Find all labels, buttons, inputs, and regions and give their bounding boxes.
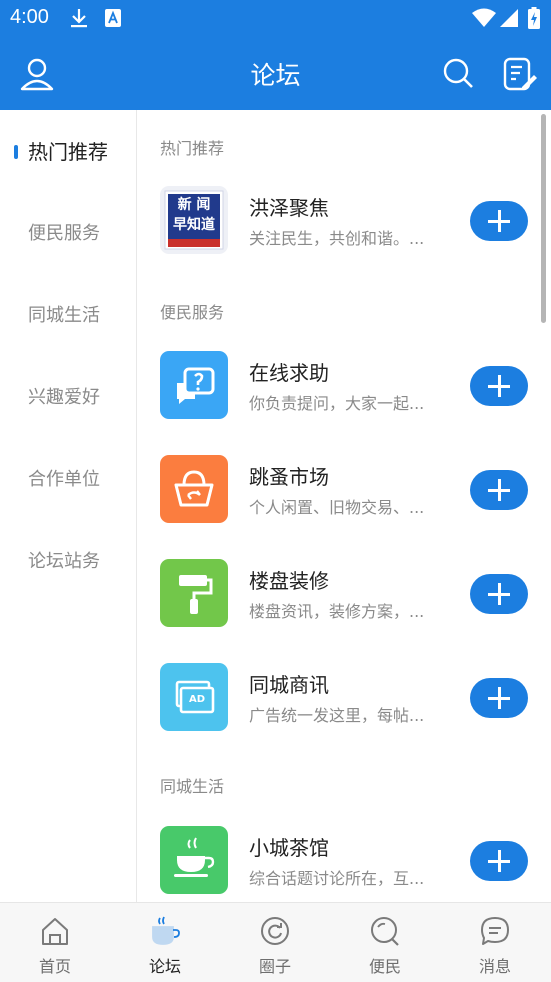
nav-item-services[interactable]: 便民 [330,903,440,982]
message-bubble-icon [479,915,511,951]
list-item[interactable]: 小城茶馆 综合话题讨论所在，互... [160,826,540,896]
teacup-icon [160,826,228,894]
basket-icon [160,455,228,523]
section-title: 同城生活 [160,777,225,796]
status-time: 4:00 [10,6,49,28]
forum-title: 洪泽聚焦 [249,196,329,220]
forum-title: 同城商讯 [249,673,329,697]
sidebar-item-hobbies[interactable]: 兴趣爱好 [0,378,136,418]
battery-icon [528,7,540,33]
nav-label: 论坛 [148,957,181,976]
sidebar-item-forum-affairs[interactable]: 论坛站务 [0,542,136,582]
nav-item-forum[interactable]: 论坛 [110,903,220,982]
forum-title: 小城茶馆 [249,836,329,860]
question-chat-icon [160,351,228,419]
badge-line-1: 新 闻 [177,197,211,213]
list-item[interactable]: 楼盘装修 楼盘资讯，装修方案，... [160,559,540,629]
signal-icon [500,9,518,31]
sidebar-item-city-life[interactable]: 同城生活 [0,296,136,336]
list-item[interactable]: 在线求助 你负责提问，大家一起... [160,351,540,421]
bottom-nav: 首页 论坛 圈子 便民 消息 [0,902,551,982]
add-button[interactable] [470,201,528,241]
nav-label: 消息 [478,957,511,976]
section-title: 热门推荐 [160,139,225,158]
nav-label: 圈子 [258,957,291,976]
forum-desc: 综合话题讨论所在，互... [249,869,425,888]
forum-desc: 个人闲置、旧物交易、... [249,498,425,517]
coffee-cup-icon [149,915,181,951]
refresh-circle-icon [259,915,291,951]
forum-desc: 广告统一发这里，每帖... [249,706,425,725]
forum-desc: 关注民生，共创和谐。... [249,229,425,248]
paint-roller-icon [160,559,228,627]
add-button[interactable] [470,678,528,718]
wifi-icon [472,8,496,32]
sidebar-item-hot[interactable]: 热门推荐 [0,132,136,172]
news-badge-icon: 新 闻 早知道 [160,186,228,254]
compose-icon[interactable] [503,57,537,95]
category-sidebar: 热门推荐 便民服务 同城生活 兴趣爱好 合作单位 论坛站务 [0,110,137,902]
nav-item-messages[interactable]: 消息 [440,903,550,982]
app-bar: 论坛 [0,37,551,110]
add-button[interactable] [470,841,528,881]
nav-label: 首页 [38,957,71,976]
list-item[interactable]: 新 闻 早知道 洪泽聚焦 关注民生，共创和谐。... [160,186,540,256]
download-icon [70,8,88,32]
forum-list: 热门推荐 新 闻 早知道 洪泽聚焦 关注民生，共创和谐。... 便民服务 在线求… [137,110,551,902]
search-circle-icon [369,915,401,951]
status-bar: 4:00 [0,0,551,37]
badge-line-2: 早知道 [173,217,215,233]
nav-label: 便民 [368,957,401,976]
search-icon[interactable] [442,57,474,93]
nav-item-home[interactable]: 首页 [0,903,110,982]
add-button[interactable] [470,470,528,510]
scrollbar[interactable] [541,114,546,323]
section-title: 便民服务 [160,303,225,322]
forum-title: 楼盘装修 [249,569,329,593]
home-icon [39,915,71,951]
app-notification-icon [104,8,122,32]
ad-label: AD [188,694,206,705]
list-item[interactable]: AD 同城商讯 广告统一发这里，每帖... [160,663,540,733]
add-button[interactable] [470,574,528,614]
nav-item-circle[interactable]: 圈子 [220,903,330,982]
forum-desc: 楼盘资讯，装修方案，... [249,602,425,621]
forum-desc: 你负责提问，大家一起... [249,394,425,413]
add-button[interactable] [470,366,528,406]
sidebar-item-partners[interactable]: 合作单位 [0,460,136,500]
sidebar-item-services[interactable]: 便民服务 [0,214,136,254]
forum-title: 跳蚤市场 [249,465,329,489]
ad-icon: AD [160,663,228,731]
forum-title: 在线求助 [249,361,329,385]
list-item[interactable]: 跳蚤市场 个人闲置、旧物交易、... [160,455,540,525]
